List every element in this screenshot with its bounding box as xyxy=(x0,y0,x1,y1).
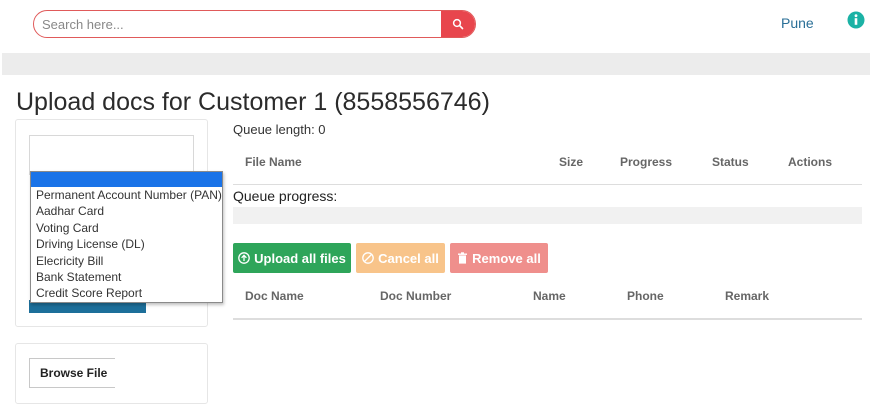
column-file-name: File Name xyxy=(245,155,302,169)
page-title: Upload docs for Customer 1 (8558556746) xyxy=(16,88,490,116)
upload-circle-icon xyxy=(238,252,250,264)
upload-all-button[interactable]: Upload all files xyxy=(233,243,351,273)
dropdown-option-driving-license[interactable]: Driving License (DL) xyxy=(31,236,222,252)
docs-table-divider xyxy=(233,318,862,320)
upload-all-label: Upload all files xyxy=(254,250,346,266)
ban-icon xyxy=(362,252,374,264)
dropdown-option-credit-score[interactable]: Credit Score Report xyxy=(31,285,222,301)
document-preview xyxy=(29,135,194,175)
cancel-all-button[interactable]: Cancel all xyxy=(356,243,445,273)
queue-length: Queue length: 0 xyxy=(233,122,326,137)
info-icon[interactable] xyxy=(847,11,865,29)
trash-icon xyxy=(458,252,468,264)
dropdown-option-bank-statement[interactable]: Bank Statement xyxy=(31,269,222,285)
dropdown-option-pan[interactable]: Permanent Account Number (PAN) xyxy=(31,187,222,203)
search-icon xyxy=(452,18,464,30)
table-divider xyxy=(233,184,862,185)
column-name: Name xyxy=(533,289,566,303)
city-selector[interactable]: Pune xyxy=(781,15,814,31)
dropdown-selected-option[interactable] xyxy=(31,172,222,187)
browse-file-button[interactable]: Browse File xyxy=(29,358,115,388)
search-input[interactable] xyxy=(34,11,450,37)
column-actions: Actions xyxy=(788,155,833,169)
dropdown-option-electricity-bill[interactable]: Elecricity Bill xyxy=(31,253,222,269)
queue-progress-label: Queue progress: xyxy=(233,188,338,204)
dropdown-option-aadhar[interactable]: Aadhar Card xyxy=(31,203,222,219)
column-progress: Progress xyxy=(620,155,673,169)
column-phone: Phone xyxy=(627,289,664,303)
remove-all-label: Remove all xyxy=(472,250,541,266)
cancel-all-label: Cancel all xyxy=(378,250,439,266)
column-doc-name: Doc Name xyxy=(245,289,304,303)
remove-all-button[interactable]: Remove all xyxy=(450,243,548,273)
document-type-dropdown[interactable]: Permanent Account Number (PAN) Aadhar Ca… xyxy=(30,171,223,303)
column-status: Status xyxy=(712,155,749,169)
dropdown-option-voting-card[interactable]: Voting Card xyxy=(31,220,222,236)
search-button[interactable] xyxy=(441,11,475,37)
search-bar xyxy=(33,10,476,38)
column-remark: Remark xyxy=(725,289,770,303)
column-doc-number: Doc Number xyxy=(380,289,452,303)
nav-bar xyxy=(2,53,870,75)
queue-progress-bar xyxy=(233,207,862,224)
column-size: Size xyxy=(559,155,584,169)
